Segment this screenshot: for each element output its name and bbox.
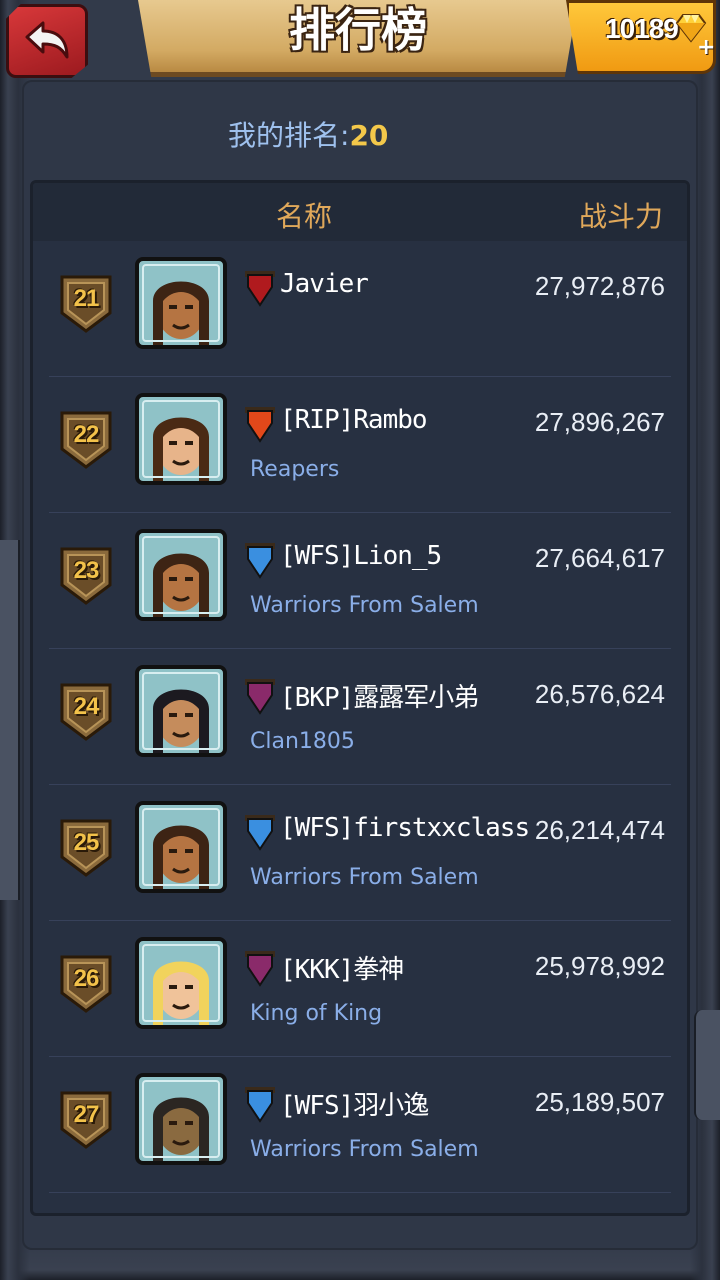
leaderboard-row[interactable]: 23 [WFS]Lion_5 Warriors From Salem 27,66… [49,513,671,649]
combat-power: 27,972,876 [534,271,665,301]
column-header-name: 名称 [276,200,333,233]
avatar-frame [142,264,220,342]
clan-flag-icon [245,951,275,987]
add-gems-icon[interactable]: + [697,37,715,59]
avatar-frame [142,808,220,886]
player-name: [RIP]Rambo [280,405,428,435]
leaderboard-row[interactable]: 27 [WFS]羽小逸 Warriors From Salem 25,189,5… [49,1057,671,1193]
combat-power: 25,189,507 [534,1087,665,1117]
clan-flag-icon [245,543,275,579]
combat-power: 26,214,474 [534,815,665,845]
frame-stone-right [694,1010,720,1120]
avatar-frame [142,672,220,750]
player-name: [WFS]Lion_5 [280,541,442,571]
rank-badge: 22 [59,409,113,471]
player-avatar[interactable] [135,665,227,757]
leaderboard-rows: 21 Javier 27,972,876 22 [RIP]Rambo Reape… [33,241,687,1193]
page-title: 排行榜 [289,3,427,57]
my-rank-value: 20 [349,119,389,152]
rank-number: 24 [73,693,100,720]
rank-number: 23 [73,557,100,584]
gem-counter[interactable]: 10189 + [566,0,716,74]
leaderboard-row[interactable]: 22 [RIP]Rambo Reapers 27,896,267 [49,377,671,513]
combat-power: 26,576,624 [534,679,665,709]
leaderboard-row[interactable]: 25 [WFS]firstxxclass Warriors From Salem… [49,785,671,921]
gem-count: 10189 [605,13,679,44]
leaderboard-row[interactable]: 26 [KKK]拳神 King of King 25,978,992 [49,921,671,1057]
clan-flag-icon [245,407,275,443]
clan-name: Reapers [250,457,340,482]
my-rank-label: 我的排名: [228,119,350,152]
leaderboard-row[interactable]: 21 Javier 27,972,876 [49,241,671,377]
player-avatar[interactable] [135,529,227,621]
clan-flag-icon [245,271,275,307]
clan-name: Warriors From Salem [250,865,479,890]
avatar-frame [142,536,220,614]
rank-badge: 23 [59,545,113,607]
rank-badge: 21 [59,273,113,335]
player-name: Javier [280,269,369,299]
back-arrow-icon [25,21,69,59]
clan-name: King of King [250,1001,383,1026]
combat-power: 25,978,992 [534,951,665,981]
player-avatar[interactable] [135,937,227,1029]
title-banner: 排行榜 [138,0,578,77]
rank-badge: 25 [59,817,113,879]
list-header: 名称 战斗力 [33,183,687,241]
back-button[interactable] [6,4,88,78]
player-name: [BKP]露露军小弟 [280,683,479,713]
rank-number: 27 [73,1101,100,1128]
combat-power: 27,896,267 [534,407,665,437]
clan-name: Warriors From Salem [250,593,479,618]
rank-badge: 24 [59,681,113,743]
player-avatar[interactable] [135,1073,227,1165]
clan-flag-icon [245,815,275,851]
clan-flag-icon [245,679,275,715]
avatar-frame [142,400,220,478]
rank-number: 21 [73,285,100,312]
clan-flag-icon [245,1087,275,1123]
avatar-frame [142,1080,220,1158]
my-rank: 我的排名:20 [228,114,388,154]
clan-name: Warriors From Salem [250,1137,479,1162]
leaderboard-list[interactable]: 名称 战斗力 21 Javier 27,972,876 22 [RIP]Ramb… [30,180,690,1216]
player-avatar[interactable] [135,257,227,349]
rank-number: 22 [73,421,100,448]
avatar-frame [142,944,220,1022]
player-name: [WFS]羽小逸 [280,1091,429,1121]
leaderboard-row[interactable]: 24 [BKP]露露军小弟 Clan1805 26,576,624 [49,649,671,785]
rank-number: 25 [73,829,100,856]
player-name: [WFS]firstxxclass [280,813,530,843]
combat-power: 27,664,617 [534,543,665,573]
rank-badge: 26 [59,953,113,1015]
clan-name: Clan1805 [250,729,355,754]
rank-number: 26 [73,965,100,992]
rank-badge: 27 [59,1089,113,1151]
column-header-power: 战斗力 [578,200,663,233]
player-avatar[interactable] [135,393,227,485]
player-avatar[interactable] [135,801,227,893]
player-name: [KKK]拳神 [280,955,404,985]
frame-stone-left [0,540,20,900]
